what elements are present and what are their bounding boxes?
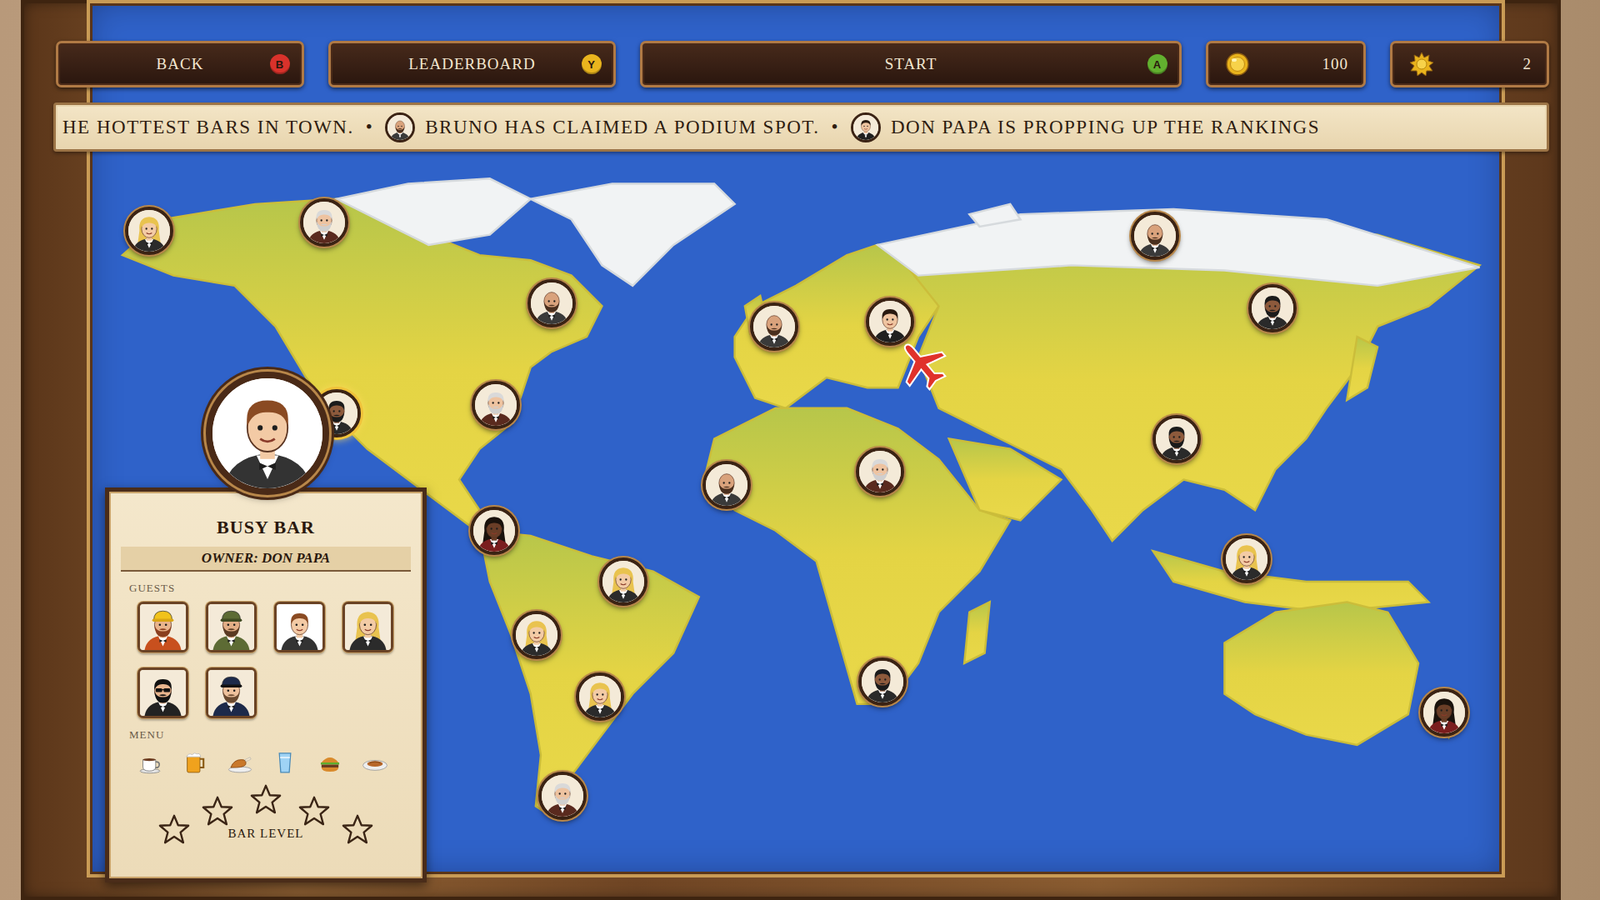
bar-level-stars: BAR LEVEL <box>124 783 408 845</box>
button-label: BACK <box>150 55 211 74</box>
chicken-icon[interactable] <box>225 748 255 777</box>
ticker-avatar <box>385 112 415 143</box>
guests-label: GUESTS <box>124 581 408 595</box>
ticker-item: BRUNO HAS CLAIMED A PODIUM SPOT. <box>385 112 820 143</box>
bar-owner: OWNER: DON PAPA <box>120 546 411 572</box>
ticker-avatar <box>850 112 881 143</box>
star-center: BAR LEVEL <box>220 783 312 841</box>
star-icon <box>201 795 234 827</box>
water-icon[interactable] <box>270 748 300 777</box>
sun-counter: 2 <box>1390 40 1550 88</box>
guest-avatar[interactable] <box>205 601 257 653</box>
bar-pin[interactable] <box>1248 284 1297 333</box>
burger-icon[interactable] <box>315 748 345 777</box>
bar-pin[interactable] <box>865 297 915 346</box>
star-icon <box>158 813 190 845</box>
menu-list <box>124 748 408 777</box>
gold-coin-icon <box>1225 51 1250 77</box>
bar-pin[interactable] <box>1222 535 1271 584</box>
bar-pin[interactable] <box>512 610 561 660</box>
guest-avatar[interactable] <box>205 667 257 719</box>
ticker-text: DON PAPA IS PROPPING UP THE RANKINGS <box>890 116 1320 139</box>
bar-pin[interactable] <box>858 657 907 706</box>
bar-pin[interactable] <box>1152 415 1201 464</box>
controller-key-badge: A <box>1147 54 1168 75</box>
hud: BACK B LEADERBOARD Y START A 100 2 HE HOTTEST BA… <box>0 0 1600 152</box>
back-button[interactable]: BACK B <box>55 40 305 88</box>
bar-pin[interactable] <box>855 447 905 496</box>
coin-counter: 100 <box>1205 40 1366 88</box>
controller-key-badge: B <box>270 54 290 75</box>
bar-pin[interactable] <box>125 206 174 255</box>
ticker-separator: • <box>365 116 375 139</box>
star-icon <box>250 783 282 815</box>
bar-info-panel: BUSY BAR OWNER: DON PAPA GUESTS MENU BAR LEV… <box>105 487 427 883</box>
currency-value: 100 <box>1322 55 1350 74</box>
bar-pin[interactable] <box>599 557 648 606</box>
coffee-icon[interactable] <box>135 748 165 777</box>
start-button[interactable]: START A <box>640 40 1182 88</box>
guest-avatar[interactable] <box>137 667 189 719</box>
guest-avatar[interactable] <box>137 601 189 653</box>
ticker-separator: • <box>830 116 840 139</box>
menu-label: MENU <box>124 728 408 742</box>
bar-pin[interactable] <box>1130 211 1180 260</box>
top-bar: BACK B LEADERBOARD Y START A 100 2 <box>55 40 1550 88</box>
star-icon <box>298 795 330 827</box>
bar-pin[interactable] <box>538 771 587 820</box>
bar-pin[interactable] <box>471 380 520 430</box>
bar-pin[interactable] <box>702 460 751 510</box>
button-label: START <box>878 55 945 74</box>
sun-coin-icon <box>1409 51 1435 77</box>
beer-icon[interactable] <box>180 748 210 777</box>
dish-icon[interactable] <box>360 748 390 777</box>
bar-pin[interactable] <box>1420 688 1469 737</box>
bar-pin[interactable] <box>527 279 576 328</box>
ticker-text: HE HOTTEST BARS IN TOWN. <box>62 116 355 139</box>
bar-level-label: BAR LEVEL <box>227 826 304 841</box>
controller-key-badge: Y <box>581 54 602 75</box>
bar-title: BUSY BAR <box>124 513 408 539</box>
leaderboard-button[interactable]: LEADERBOARD Y <box>328 40 616 88</box>
guest-avatar[interactable] <box>274 601 325 653</box>
ticker-text: BRUNO HAS CLAIMED A PODIUM SPOT. <box>425 116 820 139</box>
button-label: LEADERBOARD <box>401 55 542 74</box>
bartender-portrait <box>205 371 330 495</box>
news-ticker: HE HOTTEST BARS IN TOWN. • BRUNO HAS CLAIM… <box>53 102 1550 152</box>
bar-pin[interactable] <box>575 672 625 721</box>
bar-pin[interactable] <box>470 506 519 555</box>
bar-pin[interactable] <box>750 302 799 351</box>
ticker-item: HE HOTTEST BARS IN TOWN. <box>62 116 355 139</box>
currency-value: 2 <box>1523 55 1533 74</box>
ticker-item: DON PAPA IS PROPPING UP THE RANKINGS <box>850 112 1320 143</box>
guest-avatar[interactable] <box>342 601 394 653</box>
star-icon <box>341 813 374 845</box>
guest-list <box>124 601 408 719</box>
bar-pin[interactable] <box>300 198 349 247</box>
